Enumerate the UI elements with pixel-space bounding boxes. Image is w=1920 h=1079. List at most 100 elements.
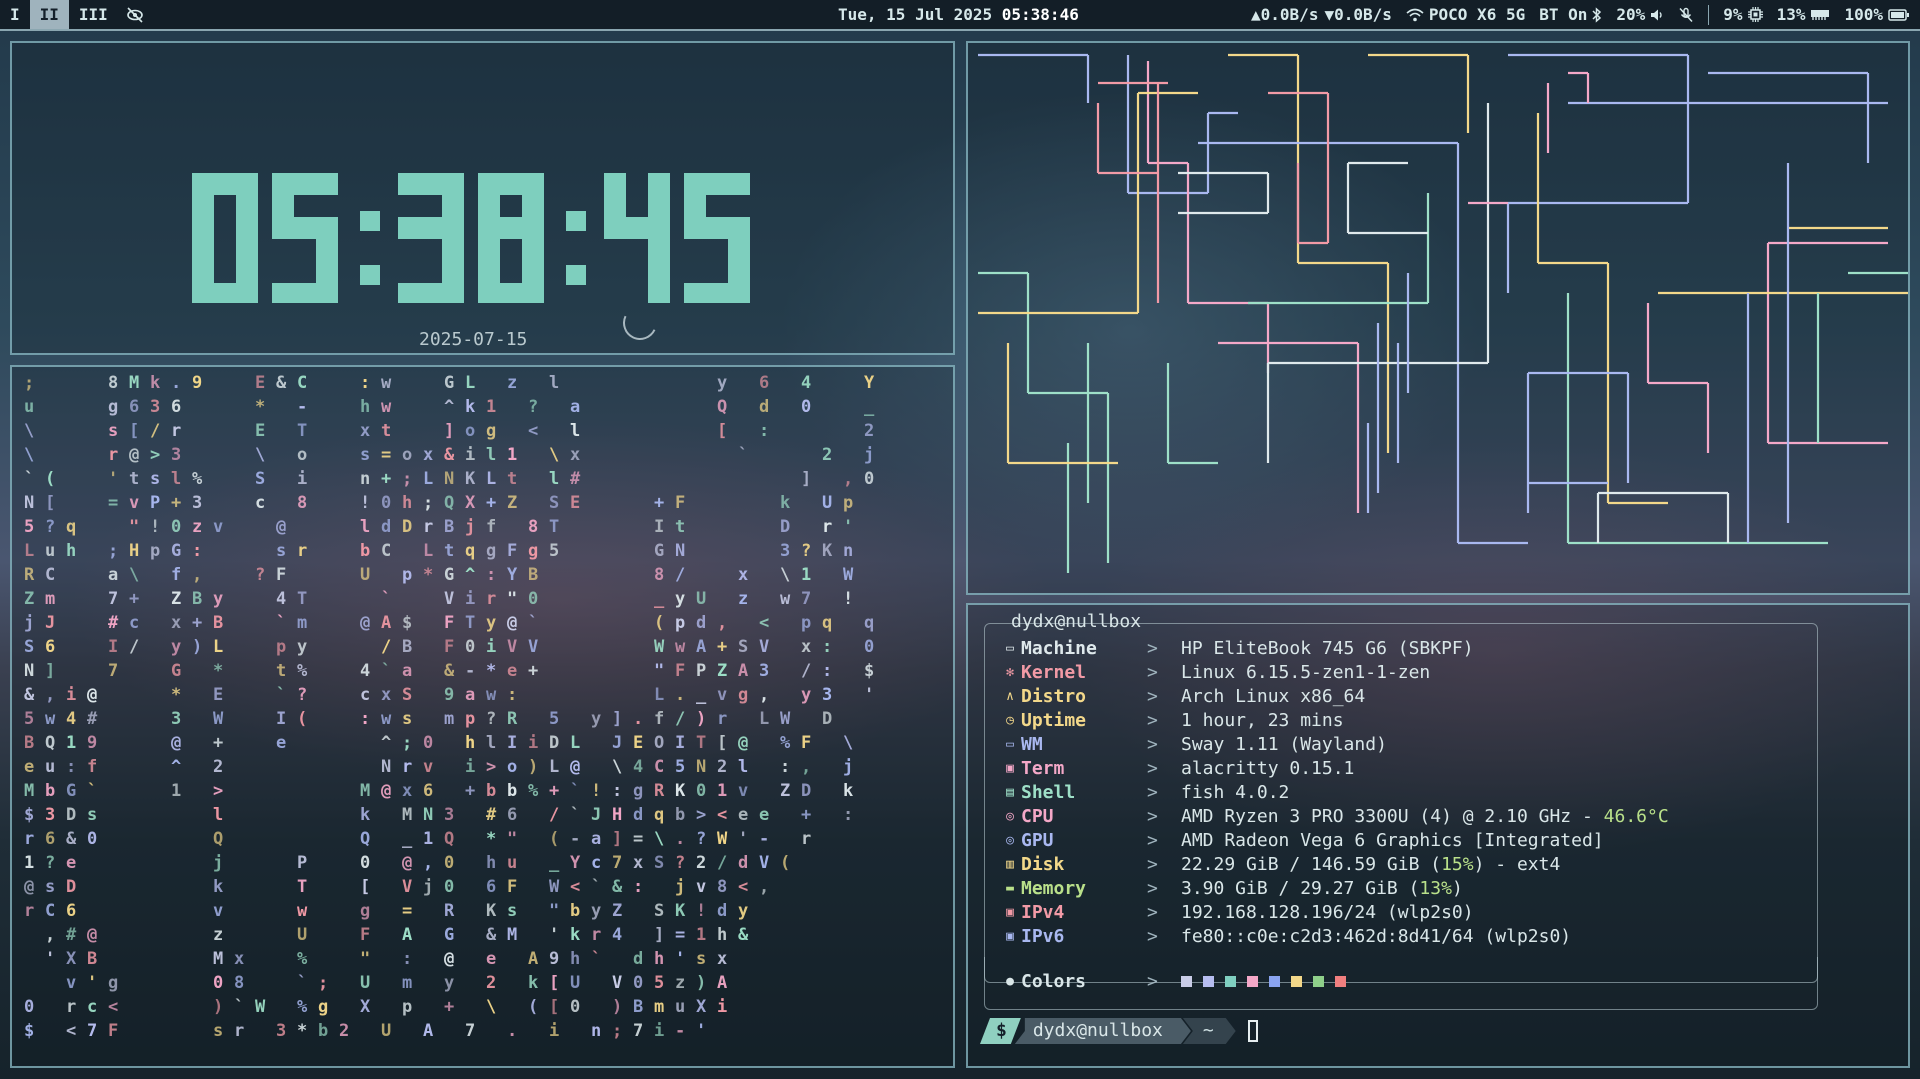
matrix-char: ? (486, 709, 497, 729)
terminal-panel[interactable]: dydx@nullbox ▭ Machine > HP EliteBook 745 G… (966, 603, 1910, 1068)
fetch-row-disk: ▥ Disk >22.29 GiB / 146.59 GiB (15%) - ext… (999, 852, 1560, 876)
pipe-segment (978, 91, 1198, 315)
pipe-segment (1228, 53, 1390, 453)
matrix-char: c (591, 853, 602, 873)
matrix-char: [ (549, 973, 560, 993)
matrix-char: t (129, 469, 140, 489)
matrix-char: p (801, 613, 812, 633)
matrix-char: t (507, 469, 518, 489)
matrix-char: t (381, 421, 392, 441)
matrix-char: q (822, 613, 833, 633)
matrix-char: r (591, 925, 602, 945)
matrix-char: @ (87, 925, 98, 945)
matrix-char: L (654, 685, 665, 705)
matrix-char: S (24, 637, 35, 657)
memory-status[interactable]: 13% (1777, 5, 1831, 24)
bluetooth-status[interactable]: BT On (1539, 5, 1602, 24)
fetch-box: dydx@nullbox ▭ Machine > HP EliteBook 745 G… (984, 611, 1818, 983)
matrix-char: 1 (507, 445, 518, 465)
eye-off-icon[interactable] (118, 6, 152, 23)
matrix-char: _ (549, 853, 560, 873)
cpu-status[interactable]: 9% (1723, 5, 1763, 24)
matrix-char: j (843, 757, 854, 777)
matrix-char: _ (864, 397, 875, 417)
workspace-3[interactable]: III (69, 0, 118, 29)
matrix-char: u (507, 853, 518, 873)
fetch-value: Sway 1.11 (Wayland) (1181, 733, 1387, 755)
matrix-char: J (45, 613, 56, 633)
matrix-char: ' (738, 829, 749, 849)
matrix-char: 2 (696, 853, 707, 873)
matrix-char: h (486, 853, 497, 873)
matrix-char: A (738, 661, 749, 681)
matrix-char: 8 (297, 493, 308, 513)
wifi-status[interactable]: POCO X6 5G (1406, 5, 1525, 24)
matrix-char: ` (570, 805, 581, 825)
matrix-char: k (843, 781, 854, 801)
matrix-char: A (381, 613, 392, 633)
matrix-char: E (570, 493, 581, 513)
matrix-char: B (87, 949, 98, 969)
workspace-2[interactable]: II (29, 0, 69, 29)
matrix-char: s (108, 421, 119, 441)
matrix-char: % (780, 733, 791, 753)
battery-status[interactable]: 100% (1844, 5, 1910, 24)
matrix-char: [ (360, 877, 371, 897)
fetch-value-tail: ) (1451, 877, 1463, 899)
matrix-char: s (507, 901, 518, 921)
workspace-1[interactable]: I (0, 0, 30, 29)
matrix-char: > (150, 445, 161, 465)
matrix-char: 1 (717, 781, 728, 801)
fetch-value: fish 4.0.2 (1181, 781, 1290, 803)
matrix-char: ` (381, 661, 392, 681)
matrix-char: w (381, 397, 392, 417)
matrix-char: # (570, 469, 581, 489)
clock-digit (684, 173, 750, 303)
matrix-char: ? (801, 541, 812, 561)
matrix-char: * (171, 685, 182, 705)
matrix-char: S (255, 469, 266, 489)
shell-icon: ▤ (1006, 784, 1014, 800)
matrix-char: w (297, 901, 308, 921)
fetch-value: AMD Ryzen 3 PRO 3300U (4) @ 2.10 GHz - (1181, 805, 1604, 827)
matrix-char: Y (507, 565, 518, 585)
matrix-char: L (423, 469, 434, 489)
matrix-char: ` (591, 877, 602, 897)
matrix-char: A (696, 637, 707, 657)
matrix-char: o (402, 445, 413, 465)
matrix-char: d (696, 613, 707, 633)
matrix-char: k (528, 973, 539, 993)
matrix-char: " (549, 901, 560, 921)
matrix-char: $ (24, 805, 35, 825)
matrix-char: ( (45, 469, 56, 489)
pipe-segment (1248, 193, 1430, 305)
pipe-segment (1506, 53, 1690, 293)
matrix-char: . (633, 709, 644, 729)
matrix-char: i (549, 1021, 560, 1041)
volume-status[interactable]: 20% (1616, 5, 1664, 24)
matrix-char: G (654, 541, 665, 561)
matrix-char: y (486, 613, 497, 633)
matrix-char: [ (549, 997, 560, 1017)
matrix-char: g (486, 421, 497, 441)
matrix-char: 6 (507, 805, 518, 825)
datetime[interactable]: Tue, 15 Jul 2025 05:38:46 (838, 0, 1079, 29)
matrix-char: \ (486, 997, 497, 1017)
matrix-char: 9 (444, 685, 455, 705)
matrix-char: ` (738, 445, 749, 465)
matrix-char: D (801, 781, 812, 801)
matrix-char: [ (717, 733, 728, 753)
matrix-char: ] (612, 709, 623, 729)
palette-icon: ● (1006, 973, 1014, 989)
matrix-char: N (24, 661, 35, 681)
matrix-char: ` (297, 973, 308, 993)
matrix-char: y (801, 685, 812, 705)
matrix-char: ' (108, 469, 119, 489)
matrix-char: A (423, 1021, 434, 1041)
battery-icon (1888, 8, 1909, 21)
mic-muted-icon[interactable] (1678, 7, 1694, 23)
matrix-char: : (843, 805, 854, 825)
shell-prompt[interactable]: $ dydx@nullbox ~ (980, 1015, 1258, 1047)
matrix-char: x (738, 565, 749, 585)
matrix-char: N (444, 469, 455, 489)
